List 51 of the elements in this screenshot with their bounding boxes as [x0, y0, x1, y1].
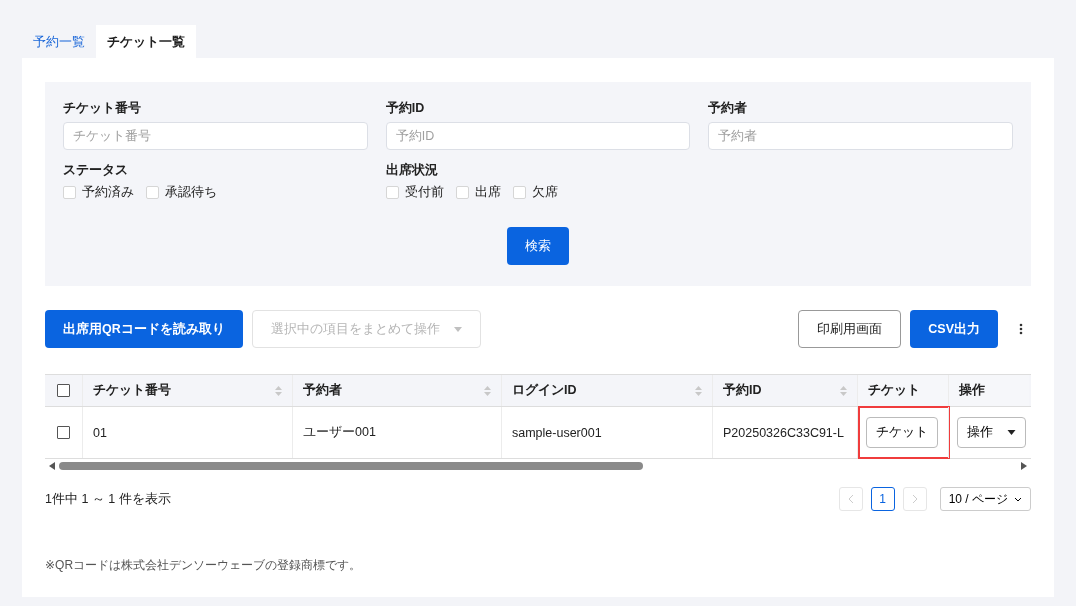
checkbox-label: 出席	[474, 184, 501, 201]
column-header: 操作	[959, 382, 985, 399]
caret-icon	[453, 326, 462, 332]
checkbox-label: 承認待ち	[165, 184, 217, 201]
tab[interactable]: チケット一覧	[96, 25, 196, 58]
chevron-down-icon	[1014, 496, 1022, 502]
chevron-right-icon	[911, 494, 918, 504]
checkbox[interactable]	[57, 426, 70, 439]
column-header: チケット番号	[93, 382, 171, 399]
table-cell: 01	[93, 425, 107, 440]
column-header: チケット	[868, 382, 920, 399]
table-cell: ユーザー001	[303, 424, 376, 441]
column-header: 予約ID	[723, 382, 762, 399]
sort-icon[interactable]	[695, 385, 702, 396]
search-button[interactable]: 検索	[507, 227, 569, 265]
input-field[interactable]: 予約ID	[385, 122, 691, 150]
column-header: 予約者	[303, 382, 342, 399]
csv-button[interactable]: CSV出力	[910, 310, 998, 348]
previous-page-button[interactable]	[838, 487, 863, 511]
print-button[interactable]: 印刷用画面	[798, 310, 902, 348]
input-field[interactable]: 予約者	[708, 122, 1013, 150]
checkbox-label: 受付前	[404, 184, 444, 201]
page-size-dropdown[interactable]: 10 / ページ	[939, 487, 1031, 511]
field-label: 予約ID	[385, 100, 426, 117]
scan-qr-button[interactable]: 出席用QRコードを読み取り	[45, 310, 243, 348]
tab[interactable]: 予約一覧	[22, 25, 96, 58]
sort-icon[interactable]	[275, 385, 282, 396]
group-label: ステータス	[63, 162, 129, 179]
checkbox-label: 予約済み	[82, 184, 134, 201]
next-page-button[interactable]	[902, 487, 927, 511]
result-summary: 1件中 1 ～ 1 件を表示	[45, 490, 171, 508]
table-cell: P20250326C33C91-L	[723, 425, 844, 440]
sort-icon[interactable]	[840, 385, 847, 396]
column-header: ログインID	[512, 382, 577, 399]
checkbox-label: 欠席	[531, 184, 558, 201]
caret-icon	[1007, 430, 1016, 435]
footnote: ※QRコードは株式会社デンソーウェーブの登録商標です。	[45, 557, 363, 574]
field-label: チケット番号	[63, 100, 142, 117]
group-label: 出席状況	[385, 162, 439, 179]
page-button[interactable]: 1	[870, 487, 895, 511]
scroll-left-icon[interactable]	[49, 462, 55, 470]
action-dropdown[interactable]: 操作	[957, 417, 1026, 448]
field-label: 予約者	[708, 100, 749, 117]
input-field[interactable]: チケット番号	[63, 122, 368, 150]
checkbox[interactable]	[57, 384, 70, 397]
table-cell: sample-user001	[512, 425, 602, 440]
ticket-button[interactable]: チケット	[866, 417, 938, 448]
chevron-left-icon	[847, 494, 854, 504]
more-icon[interactable]	[1019, 323, 1023, 335]
scroll-right-icon[interactable]	[1021, 462, 1027, 470]
sort-icon[interactable]	[484, 385, 491, 396]
